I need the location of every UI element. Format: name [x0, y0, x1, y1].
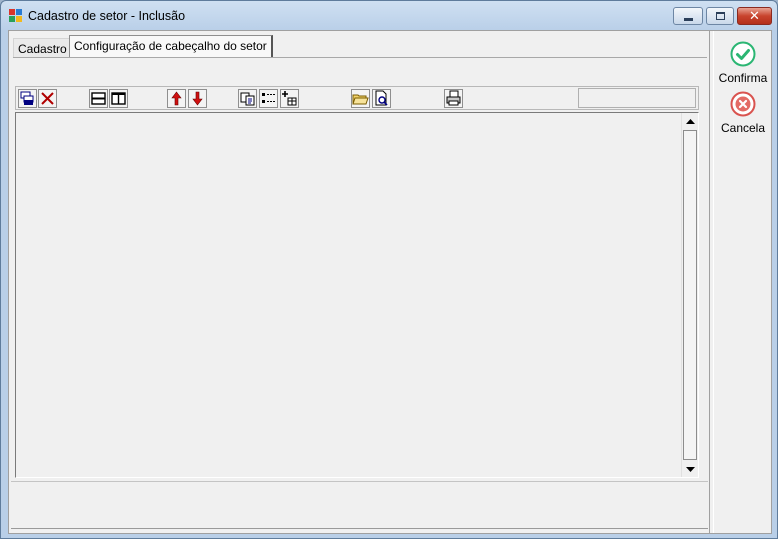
tab-divider [13, 57, 707, 58]
move-up-button[interactable] [167, 89, 186, 108]
split-vertical-icon [111, 92, 126, 105]
scroll-track[interactable] [683, 130, 697, 460]
confirm-button[interactable]: Confirma [714, 41, 772, 85]
vertical-scrollbar[interactable] [681, 113, 698, 477]
minimize-icon [683, 17, 693, 21]
header-config-list[interactable] [15, 112, 699, 478]
tab-cadastro[interactable]: Cadastro [13, 38, 72, 57]
cancel-button[interactable]: Cancela [714, 91, 772, 135]
title-bar[interactable]: Cadastro de setor - Inclusão ✕ [1, 1, 777, 31]
arrow-down-icon [686, 466, 695, 472]
cancel-circle-icon [730, 91, 756, 117]
split-vertical-button[interactable] [109, 89, 128, 108]
move-up-icon [171, 91, 182, 106]
add-rows-button[interactable] [18, 89, 37, 108]
maximize-icon [715, 12, 725, 20]
tab-configuracao-cabecalho[interactable]: Configuração de cabeçalho do setor [69, 35, 273, 58]
list-button[interactable] [259, 89, 278, 108]
close-icon: ✕ [749, 8, 760, 24]
minimize-button[interactable] [673, 7, 703, 25]
delete-icon [41, 92, 54, 105]
insert-field-icon [282, 91, 297, 106]
scroll-up-button[interactable] [682, 113, 699, 130]
preview-button[interactable] [372, 89, 391, 108]
confirm-label: Confirma [718, 71, 768, 85]
window-title: Cadastro de setor - Inclusão [28, 9, 186, 23]
client-area: Cadastro Configuração de cabeçalho do se… [8, 30, 772, 534]
scroll-down-button[interactable] [682, 460, 699, 477]
close-button[interactable]: ✕ [737, 7, 772, 25]
insert-field-button[interactable] [280, 89, 299, 108]
split-horizontal-icon [91, 92, 106, 105]
preview-icon [375, 90, 388, 106]
status-strip [11, 481, 708, 529]
open-folder-icon [352, 94, 369, 105]
move-down-icon [192, 91, 203, 106]
open-button[interactable] [351, 89, 370, 108]
cancel-label: Cancela [720, 121, 766, 135]
status-divider [11, 528, 708, 529]
split-horizontal-button[interactable] [89, 89, 108, 108]
print-button[interactable] [444, 89, 463, 108]
application-window: Cadastro de setor - Inclusão ✕ Cadastro … [0, 0, 778, 539]
copy-button[interactable] [238, 89, 257, 108]
add-rows-icon [20, 91, 34, 105]
arrow-up-icon [686, 118, 695, 124]
toolbar [15, 86, 699, 110]
check-circle-icon [730, 41, 756, 67]
print-icon [446, 90, 461, 106]
copy-icon [240, 92, 255, 106]
move-down-button[interactable] [188, 89, 207, 108]
app-icon [9, 9, 23, 23]
toolbar-panel [578, 88, 696, 108]
action-panel: Confirma Cancela [713, 31, 771, 533]
content-area: Cadastro Configuração de cabeçalho do se… [9, 31, 710, 533]
list-icon [262, 93, 275, 103]
delete-button[interactable] [38, 89, 57, 108]
maximize-button[interactable] [706, 7, 734, 25]
